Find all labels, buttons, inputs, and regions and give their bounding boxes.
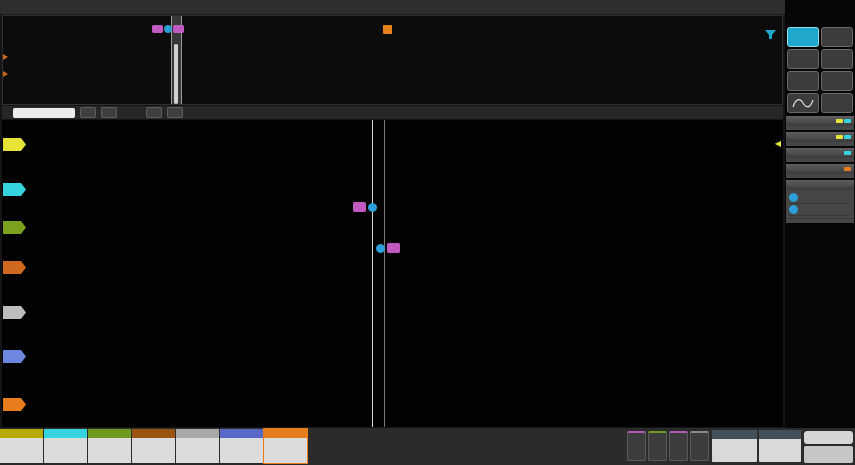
waveform-squiggle-icon xyxy=(792,99,814,108)
cursor-delta-v xyxy=(789,219,851,221)
meas4-source-chips xyxy=(843,167,851,171)
channel-reference-arrow-icon xyxy=(3,71,8,77)
overview-marker-t1[interactable] xyxy=(152,25,163,33)
menu-bar xyxy=(0,0,785,15)
waveform-view[interactable]: ◀ xyxy=(2,120,783,427)
acquisition-badge[interactable] xyxy=(759,430,801,462)
add-new-scope-button[interactable] xyxy=(690,431,709,461)
trend1-badge[interactable] xyxy=(88,429,131,463)
overview-waveform-canvas xyxy=(3,16,782,104)
h-zoom-step-buttons[interactable] xyxy=(80,107,96,118)
marker-flag-t4[interactable] xyxy=(387,243,400,253)
cursor-b-icon xyxy=(789,205,798,214)
ch2-badge[interactable] xyxy=(44,429,87,463)
cursor-b-readout xyxy=(789,204,851,216)
app-window: ◀ xyxy=(0,0,855,465)
marker-flag-t1[interactable] xyxy=(353,202,366,212)
channel-reference-arrow-icon xyxy=(3,54,8,60)
ref2-badge[interactable] xyxy=(220,429,263,463)
meas4-badge[interactable] xyxy=(786,164,854,178)
add-new-ref-button[interactable] xyxy=(648,431,667,461)
add-new-math-button[interactable] xyxy=(627,431,646,461)
meas2-source-chips xyxy=(843,151,851,155)
cursor-b-flag[interactable] xyxy=(376,244,385,253)
search-button[interactable] xyxy=(821,49,853,69)
trend1-badge-title xyxy=(88,429,131,438)
cursor-a-icon xyxy=(789,193,798,202)
cursor-a-line[interactable] xyxy=(372,120,373,427)
ref2-badge-title xyxy=(220,429,263,438)
results-panels xyxy=(785,116,855,225)
waveform-tool-button[interactable] xyxy=(787,93,819,113)
results-sidebar xyxy=(785,0,855,428)
plot-button[interactable] xyxy=(821,71,853,91)
cursor-a-readout xyxy=(789,192,851,204)
cursors-button[interactable] xyxy=(787,27,819,47)
measure-button[interactable] xyxy=(787,49,819,69)
ref1-badge-title xyxy=(176,429,219,438)
acquisition-value xyxy=(759,439,801,443)
horizontal-value xyxy=(712,439,757,443)
h-zoom-reset-button[interactable] xyxy=(101,107,117,118)
trigger-level-arrow-icon[interactable]: ◀ xyxy=(775,139,781,148)
ch2-badge-title xyxy=(44,429,87,438)
offline-button[interactable] xyxy=(804,431,853,444)
overview-marker-t4[interactable] xyxy=(173,25,184,33)
overview-marker-a[interactable] xyxy=(164,25,172,33)
trend4-badge-title xyxy=(132,429,175,438)
ch1-badge[interactable] xyxy=(0,429,43,463)
horizontal-title xyxy=(712,430,757,439)
v-zoom-step-buttons[interactable] xyxy=(146,107,162,118)
trend4-badge[interactable] xyxy=(132,429,175,463)
add-new-bus-button[interactable] xyxy=(669,431,688,461)
meas1-badge[interactable] xyxy=(786,116,854,130)
more-button[interactable] xyxy=(821,93,853,113)
trigger-position-flag[interactable] xyxy=(383,25,392,34)
ref1-badge[interactable] xyxy=(176,429,219,463)
meas3-source-chips xyxy=(835,135,851,139)
zoom-window-handle[interactable] xyxy=(174,44,178,104)
math1-badge-title xyxy=(264,429,307,438)
math1-badge[interactable] xyxy=(263,428,308,464)
cursor-a-flag[interactable] xyxy=(368,203,377,212)
cursors-badge[interactable] xyxy=(786,180,854,223)
v-zoom-reset-button[interactable] xyxy=(167,107,183,118)
meas3-badge[interactable] xyxy=(786,132,854,146)
waveform-canvas xyxy=(2,120,783,427)
datetime-display xyxy=(804,446,853,463)
acquisition-overview xyxy=(2,15,783,105)
zoom-toolbar xyxy=(2,106,783,119)
horizontal-badge[interactable] xyxy=(712,430,757,462)
h-zoom-scale-input[interactable] xyxy=(13,107,75,118)
ch1-badge-title xyxy=(0,429,43,438)
meas2-badge[interactable] xyxy=(786,148,854,162)
settings-bar xyxy=(0,428,855,465)
callout-button[interactable] xyxy=(821,27,853,47)
funnel-icon[interactable] xyxy=(765,30,776,40)
cursor-b-line[interactable] xyxy=(384,120,385,427)
meas1-source-chips xyxy=(835,119,851,123)
acquisition-title xyxy=(759,430,801,439)
results-table-button[interactable] xyxy=(787,71,819,91)
